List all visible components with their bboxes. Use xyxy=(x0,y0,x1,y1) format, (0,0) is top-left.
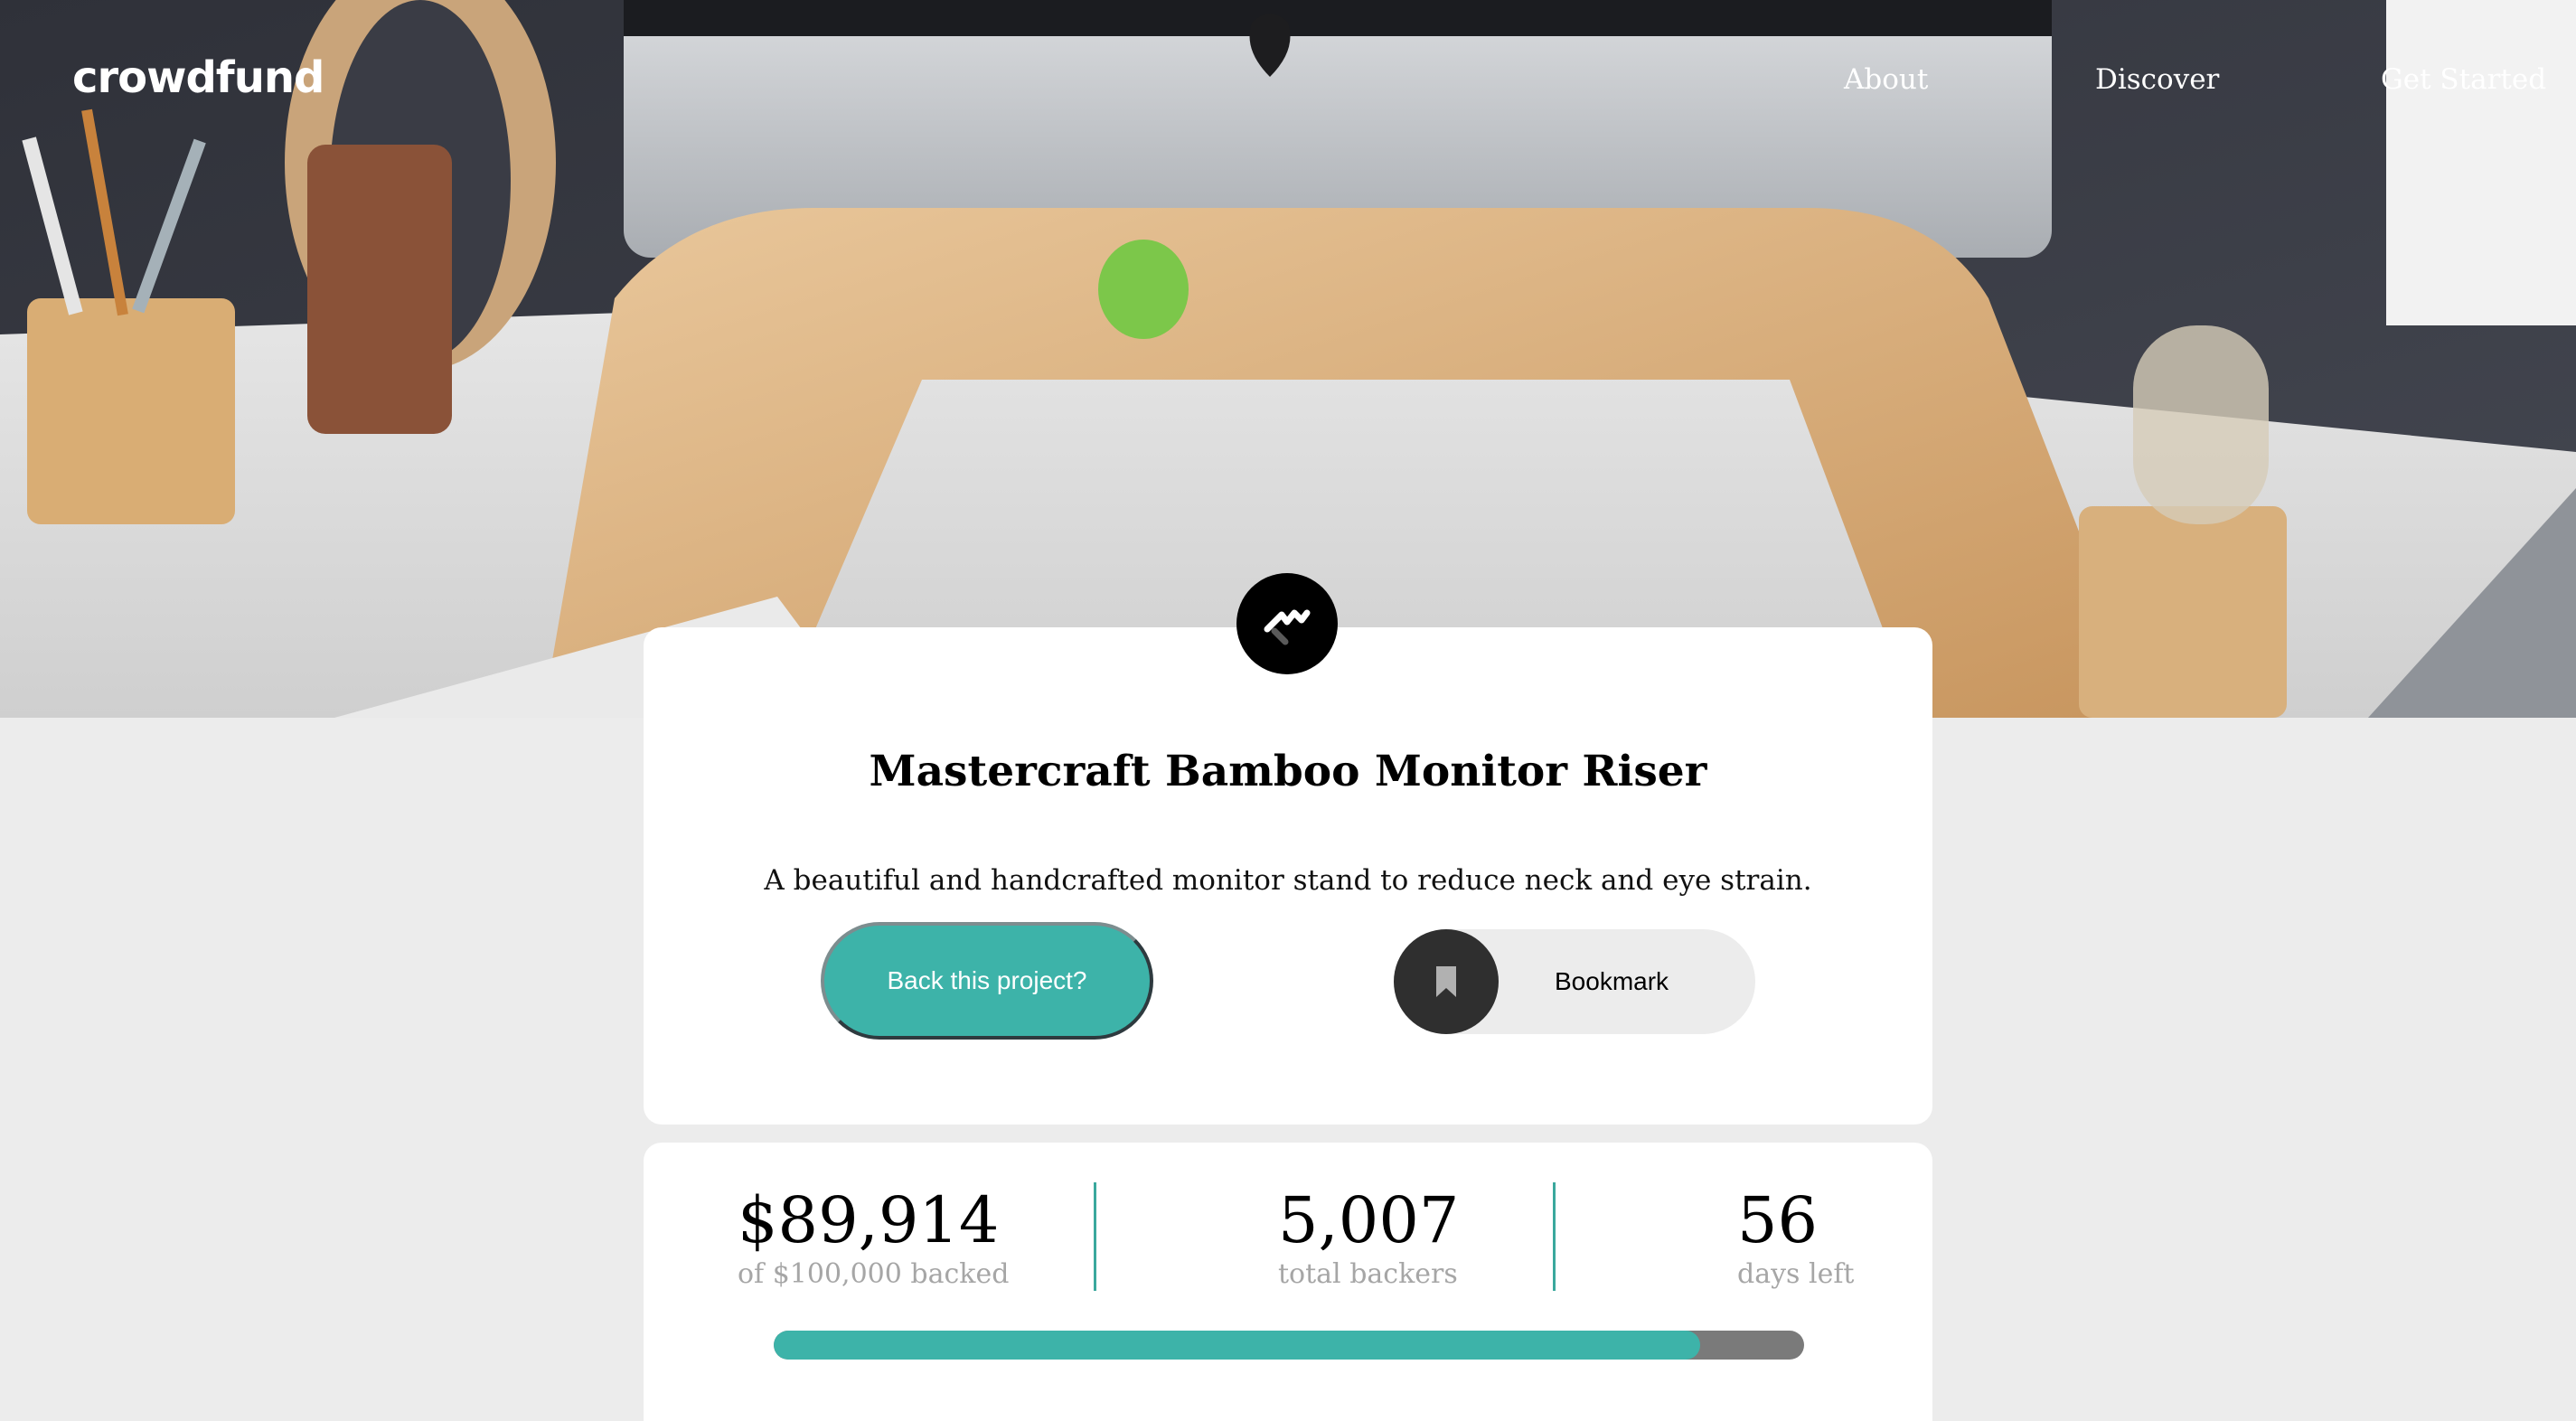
stats-divider xyxy=(1553,1182,1556,1291)
backed-label: of $100,000 backed xyxy=(738,1258,1010,1290)
stat-backers: 5,007 total backers xyxy=(1278,1182,1459,1291)
bookmark-button[interactable]: Bookmark xyxy=(1394,929,1755,1034)
project-card: Mastercraft Bamboo Monitor Riser A beaut… xyxy=(644,627,1932,1125)
backers-label: total backers xyxy=(1278,1258,1458,1290)
mastercraft-logo-icon xyxy=(1236,573,1338,674)
bookmark-icon xyxy=(1394,929,1499,1034)
main-nav: About Discover Get Started xyxy=(0,63,2576,107)
project-description: A beautiful and handcrafted monitor stan… xyxy=(764,864,1812,897)
project-title: Mastercraft Bamboo Monitor Riser xyxy=(869,747,1707,796)
stats-divider xyxy=(1094,1182,1096,1291)
funding-progress-bar xyxy=(774,1331,1804,1360)
nav-get-started-link[interactable]: Get Started xyxy=(2381,63,2546,96)
days-label: days left xyxy=(1737,1258,1855,1290)
backed-amount: $89,914 xyxy=(738,1183,1000,1257)
stat-days: 56 days left xyxy=(1737,1182,1854,1291)
stat-backed: $89,914 of $100,000 backed xyxy=(738,1182,1009,1291)
stats-card: $89,914 of $100,000 backed 5,007 total b… xyxy=(644,1143,1932,1421)
back-project-button[interactable]: Back this project? xyxy=(821,922,1153,1040)
nav-about-link[interactable]: About xyxy=(1844,63,1928,96)
bookmark-label: Bookmark xyxy=(1555,967,1669,995)
funding-progress-fill xyxy=(774,1331,1700,1360)
nav-discover-link[interactable]: Discover xyxy=(2095,63,2219,96)
backers-count: 5,007 xyxy=(1278,1183,1460,1257)
days-count: 56 xyxy=(1737,1183,1819,1257)
